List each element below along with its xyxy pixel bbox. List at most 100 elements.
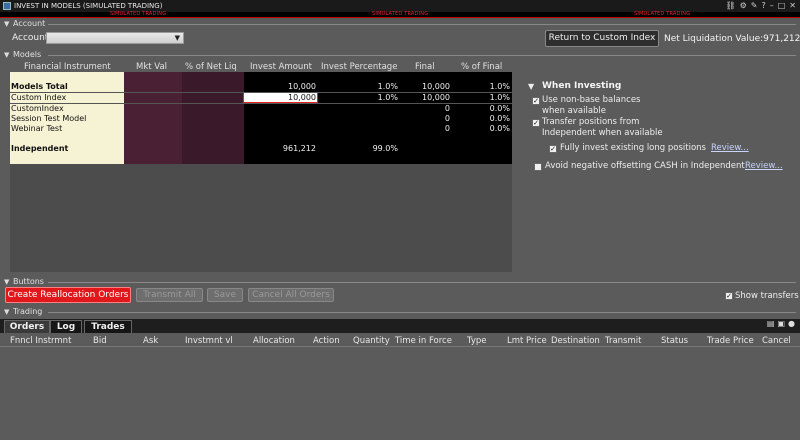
final: 0 [444,104,450,113]
col-financial-instrument[interactable]: Financial Instrument [24,62,111,72]
cancel-all-orders-button[interactable]: Cancel All Orders [248,288,334,302]
account-label: Account [12,33,49,43]
models-section-header[interactable]: ▼ Models [0,50,800,60]
col-invest-percentage[interactable]: Invest Percentage [321,62,397,72]
col-trade-price[interactable]: Trade Price [707,336,754,346]
col-destination[interactable]: Destination [551,336,600,346]
row-name: Custom Index [11,93,67,102]
final: 0 [444,114,450,123]
row-name: Independent [11,144,69,153]
pct-final: 1.0% [489,82,510,91]
tab-log[interactable]: Log [50,320,82,333]
col-pct-final[interactable]: % of Final [461,62,502,72]
buttons-section-header[interactable]: ▼ Buttons [0,277,800,287]
fully-invest-label: Fully invest existing long positions [560,143,706,153]
collapse-triangle-icon[interactable]: ▼ [528,82,534,91]
account-dropdown[interactable]: ▼ [46,32,184,44]
close-icon[interactable]: ✕ [789,0,796,12]
row-name: Session Test Model [11,114,87,123]
table-row-models-total[interactable]: Models Total 10,000 1.0% 10,000 1.0% [10,82,512,92]
sim-label-3: SIMULATED TRADING [634,11,691,17]
table-row-webinar-test[interactable]: Webinar Test 0 0.0% [10,124,512,134]
simulated-trading-banner: SIMULATED TRADING SIMULATED TRADING SIMU… [0,11,800,18]
col-time-in-force[interactable]: Time in Force [395,336,452,346]
maximize-icon[interactable]: □ [778,0,786,12]
col-lmt-price[interactable]: Lmt Price [507,336,547,346]
collapse-triangle-icon[interactable]: ▼ [4,277,9,287]
col-final[interactable]: Final [415,62,435,72]
avoid-negative-cash-label: Avoid negative offsetting CASH in Indepe… [545,161,745,171]
invest-amount: 10,000 [288,82,316,91]
settings-icon[interactable]: ⚙ [740,0,747,12]
lock-icon[interactable]: ▣ [777,319,785,328]
col-allocation[interactable]: Allocation [253,336,295,346]
tab-orders[interactable]: Orders [4,320,50,333]
show-transfers-checkbox[interactable]: ✓ [725,292,733,300]
save-button[interactable]: Save [207,288,243,302]
avoid-negative-cash-checkbox[interactable] [534,163,542,171]
table-row-independent[interactable]: Independent 961,212 99.0% [10,144,512,154]
table-row-custom-index[interactable]: Custom Index 10,000 1.0% 10,000 1.0% [10,93,512,103]
options-icon[interactable]: ● [788,319,795,328]
return-to-custom-index-button[interactable]: Return to Custom Index [545,30,659,47]
pin-icon[interactable]: ✎ [751,0,758,12]
col-invstmnt-vl[interactable]: Invstmnt vl [185,336,233,346]
models-grid: Models Total 10,000 1.0% 10,000 1.0% Cus… [10,72,512,272]
invest-percentage: 1.0% [377,82,398,91]
minimize-icon[interactable]: – [770,0,774,12]
divider [48,55,796,56]
row-name: Models Total [11,82,68,91]
invest-percentage: 99.0% [372,144,398,153]
document-icon[interactable]: ▤ [767,319,775,328]
models-column-headers: Financial Instrument Mkt Val % of Net Li… [0,62,520,72]
invest-amount: 961,212 [282,144,316,153]
review-link-fully-invest[interactable]: Review... [711,143,749,153]
col-mkt-val[interactable]: Mkt Val [136,62,167,72]
trading-section-header[interactable]: ▼ Trading [0,307,800,317]
col-cancel[interactable]: Cancel [762,336,791,346]
account-section-header[interactable]: ▼ Account [0,19,800,29]
col-transmit[interactable]: Transmit [605,336,641,346]
table-row-session-test-model[interactable]: Session Test Model 0 0.0% [10,114,512,124]
pct-final: 1.0% [489,93,510,102]
col-status[interactable]: Status [661,336,688,346]
col-action[interactable]: Action [313,336,340,346]
collapse-triangle-icon[interactable]: ▼ [4,19,9,29]
collapse-triangle-icon[interactable]: ▼ [4,307,9,317]
collapse-triangle-icon[interactable]: ▼ [4,50,9,60]
models-section-title: Models [13,50,42,59]
row-name: Webinar Test [11,124,63,133]
row-name: CustomIndex [11,104,64,113]
divider [48,24,796,25]
col-type[interactable]: Type [467,336,487,346]
net-liquidation-value: Net Liquidation Value:971,212 [664,34,800,44]
trading-section-title: Trading [13,307,43,316]
invest-amount[interactable]: 10,000 [274,93,316,103]
fully-invest-checkbox[interactable]: ✓ [549,145,557,153]
col-fnncl-instrmnt[interactable]: Fnncl Instrmnt [10,336,71,346]
tab-trades[interactable]: Trades [84,320,132,333]
col-invest-amount[interactable]: Invest Amount [250,62,312,72]
table-row-customindex[interactable]: CustomIndex 0 0.0% [10,104,512,114]
col-ask[interactable]: Ask [143,336,158,346]
final: 0 [444,124,450,133]
create-reallocation-orders-button[interactable]: Create Reallocation Orders [5,287,131,303]
sim-label-2: SIMULATED TRADING [372,11,429,17]
orders-column-headers: Fnncl Instrmnt Bid Ask Invstmnt vl Alloc… [0,333,800,347]
sim-label-1: SIMULATED TRADING [110,11,167,17]
col-pct-net-liq[interactable]: % of Net Liq [185,62,237,72]
link-icon[interactable]: ⛓ [725,0,735,12]
help-icon[interactable]: ? [761,0,765,12]
divider [48,282,796,283]
col-bid[interactable]: Bid [93,336,107,346]
use-non-base-balances-checkbox[interactable]: ✓ [532,97,540,105]
window-title: INVEST IN MODELS (SIMULATED TRADING) [14,2,163,10]
transfer-positions-checkbox[interactable]: ✓ [532,119,540,127]
divider [48,312,796,313]
review-link-avoid-cash[interactable]: Review... [745,161,783,171]
show-transfers-label: Show transfers [735,291,799,301]
invest-percentage: 1.0% [377,93,398,102]
transmit-all-button[interactable]: Transmit All [136,288,203,302]
buttons-section-title: Buttons [13,277,44,286]
col-quantity[interactable]: Quantity [353,336,390,346]
